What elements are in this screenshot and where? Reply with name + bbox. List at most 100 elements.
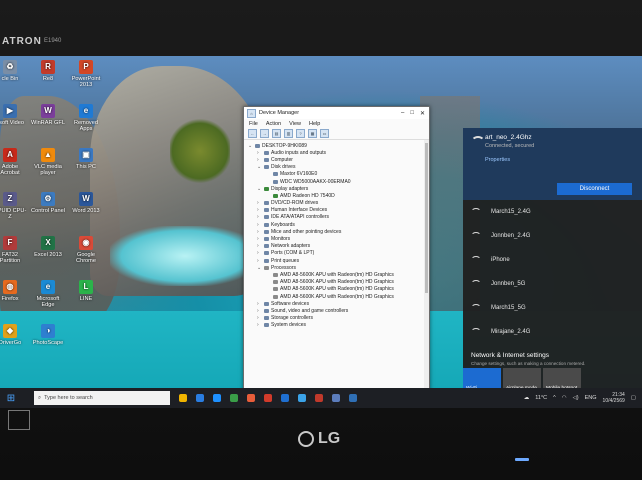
- desktop-icon[interactable]: ◆ DriverGo: [0, 324, 28, 346]
- tree-node[interactable]: › Audio inputs and outputs: [248, 149, 429, 156]
- properties-link[interactable]: Properties: [485, 157, 510, 163]
- tree-node[interactable]: AMD A8-5600K APU with Radeon(tm) HD Grap…: [248, 293, 429, 300]
- tree-node[interactable]: AMD A8-5600K APU with Radeon(tm) HD Grap…: [248, 279, 429, 286]
- tree-node[interactable]: › Computer: [248, 156, 429, 163]
- menu-view[interactable]: View: [289, 121, 301, 127]
- connected-network[interactable]: art_neo_2.4Ghz Connected, secured Proper…: [463, 128, 642, 200]
- network-tray-icon[interactable]: ◠: [562, 395, 567, 401]
- desktop-icon[interactable]: W WinRAR GFL: [30, 104, 66, 126]
- tree-node[interactable]: › Ports (COM & LPT): [248, 250, 429, 257]
- tree-node[interactable]: › Keyboards: [248, 221, 429, 228]
- expand-chevron-icon[interactable]: ⌄: [248, 143, 253, 149]
- clock[interactable]: 21:34 10/4/2569: [603, 392, 625, 404]
- desktop-icon[interactable]: ▣ This PC: [68, 148, 104, 170]
- tree-node[interactable]: › IDE ATA/ATAPI controllers: [248, 214, 429, 221]
- expand-chevron-icon[interactable]: ›: [257, 222, 262, 228]
- tree-node[interactable]: AMD A8-5600K APU with Radeon(tm) HD Grap…: [248, 271, 429, 278]
- desktop-icon[interactable]: F FAT32 Partition: [0, 236, 28, 264]
- taskbar-app-icon[interactable]: [298, 394, 306, 402]
- taskbar-app-icon[interactable]: [247, 394, 255, 402]
- expand-chevron-icon[interactable]: ›: [257, 243, 262, 249]
- tree-node[interactable]: ⌄ Processors: [248, 264, 429, 271]
- tree-node[interactable]: › Storage controllers: [248, 315, 429, 322]
- expand-chevron-icon[interactable]: ›: [257, 157, 262, 163]
- expand-chevron-icon[interactable]: ›: [257, 150, 262, 156]
- tree-node[interactable]: Maxtor 6V160E0: [248, 171, 429, 178]
- desktop-icon[interactable]: ▶ osoft Video: [0, 104, 28, 126]
- desktop-icon[interactable]: L LINE: [68, 280, 104, 302]
- forward-icon[interactable]: →: [260, 129, 269, 138]
- menu-action[interactable]: Action: [266, 121, 281, 127]
- tree-node[interactable]: › DVD/CD-ROM drives: [248, 200, 429, 207]
- network-item[interactable]: Jonnben_5G: [463, 272, 642, 296]
- desktop-icon[interactable]: P PowerPoint 2013: [68, 60, 104, 88]
- taskbar-app-icon[interactable]: [230, 394, 238, 402]
- notifications-icon[interactable]: ▢: [631, 395, 636, 401]
- desktop-icon[interactable]: ▲ VLC media player: [30, 148, 66, 176]
- list-view-icon[interactable]: ▦: [308, 129, 317, 138]
- tree-node[interactable]: AMD A8-5600K APU with Radeon(tm) HD Grap…: [248, 286, 429, 293]
- tree-node[interactable]: › Sound, video and game controllers: [248, 307, 429, 314]
- expand-chevron-icon[interactable]: ⌄: [257, 164, 262, 170]
- tree-node[interactable]: › System devices: [248, 322, 429, 329]
- tree-node[interactable]: WDC WD5000AAKX-00ERMA0: [248, 178, 429, 185]
- desktop-icon[interactable]: X Excel 2013: [30, 236, 66, 258]
- taskbar-app-icon[interactable]: [315, 394, 323, 402]
- desktop-icon[interactable]: ⚙ Control Panel: [30, 192, 66, 214]
- expand-chevron-icon[interactable]: ›: [257, 258, 262, 264]
- maximize-icon[interactable]: □: [410, 110, 414, 117]
- menu-help[interactable]: Help: [309, 121, 320, 127]
- tree-node[interactable]: › Human Interface Devices: [248, 207, 429, 214]
- tree-node[interactable]: ⌄ Display adapters: [248, 185, 429, 192]
- network-item[interactable]: Jonnben_2.4G: [463, 224, 642, 248]
- desktop-icon[interactable]: Z CPUID CPU-Z: [0, 192, 28, 220]
- tree-node[interactable]: › Monitors: [248, 235, 429, 242]
- taskbar-app-icon[interactable]: [179, 394, 187, 402]
- desktop-icon[interactable]: A Adobe Acrobat: [0, 148, 28, 176]
- taskbar-app-icon[interactable]: [332, 394, 340, 402]
- network-item[interactable]: March15_5G: [463, 296, 642, 320]
- tree-node[interactable]: › Software devices: [248, 300, 429, 307]
- tree-node[interactable]: ⌄ DESKTOP-9HKI089: [248, 142, 429, 149]
- tree-view-icon[interactable]: ▥: [284, 129, 293, 138]
- taskbar-app-icon[interactable]: [196, 394, 204, 402]
- desktop-icon[interactable]: ◉ Google Chrome: [68, 236, 104, 264]
- tree-node[interactable]: ⌄ Disk drives: [248, 164, 429, 171]
- desktop-icon[interactable]: R Re8: [30, 60, 66, 82]
- desktop-icon[interactable]: ♻ cle Bin: [0, 60, 28, 82]
- taskbar-app-icon[interactable]: [264, 394, 272, 402]
- taskbar-app-icon[interactable]: [349, 394, 357, 402]
- expand-chevron-icon[interactable]: ⌄: [257, 186, 262, 192]
- expand-chevron-icon[interactable]: ›: [257, 250, 262, 256]
- desktop-icon[interactable]: e Removed Apps: [68, 104, 104, 132]
- expand-chevron-icon[interactable]: ›: [257, 229, 262, 235]
- start-button[interactable]: ⊞: [0, 388, 22, 408]
- monitor-icon[interactable]: ▭: [320, 129, 329, 138]
- minimize-icon[interactable]: –: [401, 110, 404, 117]
- properties-icon[interactable]: ▤: [272, 129, 281, 138]
- network-item[interactable]: iPhone: [463, 248, 642, 272]
- network-item[interactable]: March15_2.4G: [463, 200, 642, 224]
- expand-chevron-icon[interactable]: ›: [257, 308, 262, 314]
- back-icon[interactable]: ←: [248, 129, 257, 138]
- help-icon[interactable]: ?: [296, 129, 305, 138]
- menu-file[interactable]: File: [249, 121, 258, 127]
- weather-temp[interactable]: 11°C: [535, 395, 547, 401]
- search-box[interactable]: ⌕ Type here to search: [34, 391, 170, 405]
- expand-chevron-icon[interactable]: ›: [257, 322, 262, 328]
- scrollbar-thumb[interactable]: [425, 143, 428, 293]
- device-manager-titlebar[interactable]: ⌂ Device Manager – □ ✕: [244, 107, 429, 119]
- expand-chevron-icon[interactable]: ›: [257, 301, 262, 307]
- desktop-icon[interactable]: W Word 2013: [68, 192, 104, 214]
- expand-chevron-icon[interactable]: ›: [257, 315, 262, 321]
- network-settings-link[interactable]: Network & Internet settings Change setti…: [463, 344, 642, 366]
- hidden-icons-chevron-icon[interactable]: ^: [553, 395, 556, 401]
- disconnect-button[interactable]: Disconnect: [557, 183, 632, 195]
- expand-chevron-icon[interactable]: ›: [257, 200, 262, 206]
- desktop-icon[interactable]: e Microsoft Edge: [30, 280, 66, 308]
- tree-node[interactable]: AMD Radeon HD 7540D: [248, 192, 429, 199]
- tree-node[interactable]: › Network adapters: [248, 243, 429, 250]
- expand-chevron-icon[interactable]: ›: [257, 214, 262, 220]
- volume-icon[interactable]: ◁): [573, 395, 579, 401]
- weather-icon[interactable]: ☁: [524, 395, 530, 401]
